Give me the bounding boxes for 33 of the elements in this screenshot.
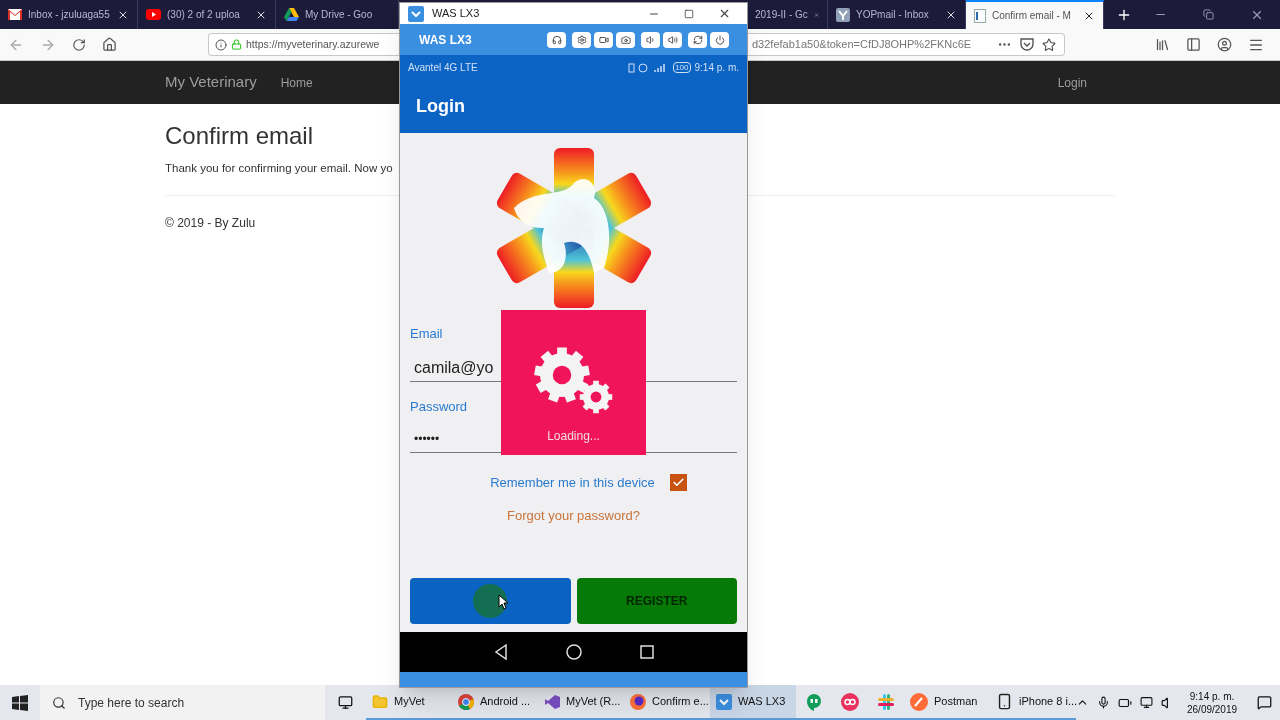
loading-text: Loading... — [547, 428, 600, 445]
tab-title: Inbox - jzuluaga55 — [28, 8, 111, 22]
confirmation-message: Thank you for confirming your email. Now yo — [165, 161, 394, 176]
taskbar-search[interactable]: Type here to search — [40, 685, 325, 720]
phone-time: 9:14 p. m. — [694, 61, 739, 75]
footer-text: © 2019 - By Zulu — [165, 215, 257, 233]
tab-title: My Drive - Goo — [305, 8, 374, 22]
tab-title: Confirm email - M — [992, 9, 1072, 23]
address-bar[interactable]: https://myveterinary.azurewe — [208, 33, 399, 56]
device-name: WAS LX3 — [419, 31, 472, 49]
remember-label: Remember me in this device — [490, 474, 655, 492]
url-text: https://myveterinary.azurewe — [246, 36, 380, 52]
taskbar-app[interactable]: Postman — [904, 685, 990, 720]
browser-tab[interactable]: Confirm email - M — [966, 0, 1104, 29]
window-title: WAS LX3 — [432, 6, 480, 22]
tab-title: 2019-II - Gc — [755, 8, 808, 22]
clock-date[interactable]: 26/09/2019 — [1187, 702, 1238, 716]
tab-title: (30) 2 of 2 uploa — [167, 8, 241, 22]
carrier-text: Avantel 4G LTE — [408, 61, 478, 75]
taskbar-app[interactable]: iPhone 8 i... — [990, 685, 1076, 720]
password-label: Password — [410, 397, 469, 416]
brand-link[interactable]: My Veterinary — [165, 71, 257, 94]
nav-link[interactable]: Home — [280, 73, 313, 92]
email-label: Email — [410, 325, 444, 343]
page-heading: Confirm email — [165, 121, 315, 151]
clock-time[interactable]: 9:14 p. m. — [1189, 689, 1235, 703]
tab-title: YOPmail - Inbox — [856, 8, 930, 22]
login-link[interactable]: Login — [1057, 73, 1087, 92]
battery-level: 100 — [673, 62, 691, 73]
taskbar-app[interactable]: WAS LX3 — [710, 685, 796, 720]
url-text: d32fefab1a50&token=CfDJ8OHP%2FKNc6E — [752, 37, 972, 53]
address-bar[interactable]: d32fefab1a50&token=CfDJ8OHP%2FKNc6E — [748, 33, 1065, 56]
screen-title: Login — [416, 95, 465, 118]
